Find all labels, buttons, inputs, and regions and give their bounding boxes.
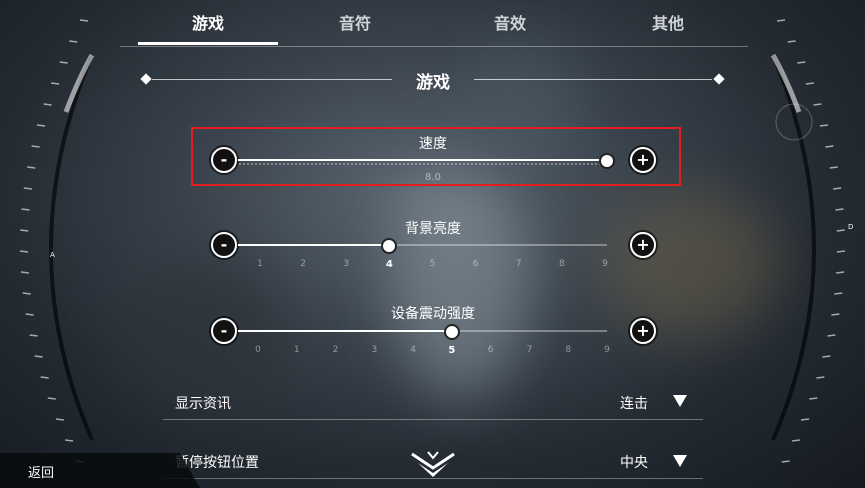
- bg-brightness-minus-button[interactable]: -: [211, 232, 237, 258]
- tick-label: 5: [429, 259, 436, 269]
- gauge-left-letter: A: [50, 251, 55, 259]
- tick-label: 2: [332, 345, 339, 355]
- tab-notes[interactable]: 音符: [285, 8, 425, 44]
- speed-slider-knob[interactable]: [599, 153, 615, 169]
- tick-label: 3: [343, 259, 350, 269]
- show-info-divider: [163, 419, 703, 420]
- tick-label: 7: [526, 345, 533, 355]
- pause-button-position-value[interactable]: 中央: [588, 452, 648, 472]
- tab-other[interactable]: 其他: [598, 8, 738, 44]
- back-label: 返回: [28, 466, 55, 481]
- gauge-right-letter: D: [848, 223, 853, 231]
- section-divider-left: [152, 79, 392, 80]
- tick-label: 8: [559, 259, 565, 269]
- tick-label: 1: [293, 345, 300, 355]
- tick-label: 8: [565, 345, 572, 355]
- tick-label: 9: [604, 345, 610, 355]
- section-divider-right: [474, 79, 712, 80]
- vibration-ticks: 0 1 2 3 4 5 6 7 8 9: [0, 345, 865, 357]
- speed-slider-track[interactable]: [238, 153, 615, 169]
- show-info-dropdown-icon[interactable]: [673, 395, 687, 407]
- speed-slider-fill: [238, 159, 607, 161]
- bg-brightness-slider-fill: [238, 244, 390, 246]
- tab-sound[interactable]: 音效: [440, 8, 580, 44]
- show-info-label: 显示资讯: [175, 396, 231, 412]
- tick-label: 1: [257, 259, 263, 269]
- pause-button-position-dropdown-icon[interactable]: [673, 455, 687, 467]
- speed-value: 8.0: [425, 172, 441, 183]
- show-info-value[interactable]: 连击: [588, 393, 648, 413]
- vibration-plus-button[interactable]: +: [630, 318, 656, 344]
- vibration-slider-knob[interactable]: [443, 324, 460, 340]
- game-logo-icon: [411, 451, 455, 477]
- tick-label: 2: [300, 259, 306, 269]
- tick-label: 4: [410, 345, 416, 355]
- tick-label: 5: [448, 345, 456, 356]
- speed-slider-dots: [238, 163, 607, 165]
- tick-label: 6: [472, 259, 479, 269]
- tick-label: 0: [255, 345, 261, 355]
- bg-brightness-plus-button[interactable]: +: [630, 232, 656, 258]
- vibration-label: 设备震动强度: [391, 306, 475, 322]
- tab-game[interactable]: 游戏: [138, 8, 278, 45]
- bg-brightness-ticks: 1 2 3 4 5 6 7 8 9: [0, 259, 865, 271]
- vibration-slider-fill: [238, 330, 452, 332]
- bg-brightness-slider-track[interactable]: [238, 238, 607, 254]
- vibration-minus-button[interactable]: -: [211, 318, 237, 344]
- tab-bar: 游戏 音符 音效 其他: [120, 8, 748, 47]
- tick-label: 6: [487, 345, 494, 355]
- speed-minus-button[interactable]: -: [211, 147, 237, 173]
- tick-label: 4: [385, 259, 393, 270]
- speed-plus-button[interactable]: +: [630, 147, 656, 173]
- vibration-slider-track[interactable]: [238, 324, 607, 340]
- tick-label: 3: [371, 345, 378, 355]
- back-button[interactable]: 返回: [0, 453, 200, 488]
- tick-label: 7: [515, 259, 522, 269]
- section-title: 游戏: [416, 73, 450, 93]
- pause-button-position-divider: [163, 478, 703, 479]
- tick-label: 9: [602, 259, 608, 269]
- bg-brightness-label: 背景亮度: [405, 221, 461, 237]
- speed-label: 速度: [419, 136, 447, 152]
